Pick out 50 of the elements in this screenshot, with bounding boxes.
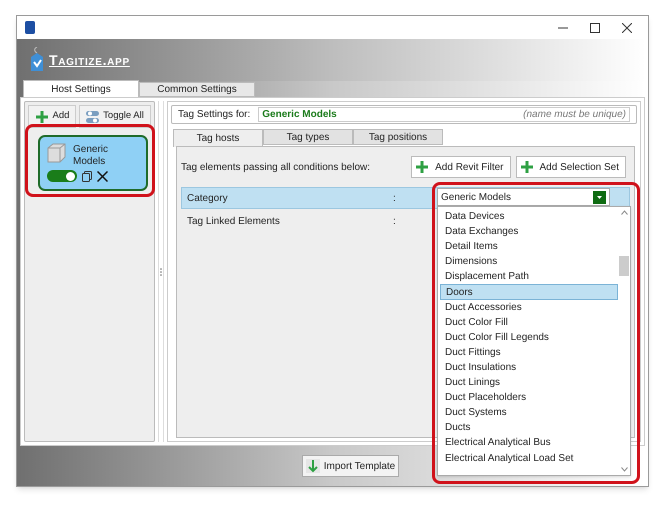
download-arrow-icon [306, 459, 320, 473]
import-template-button[interactable]: Import Template [302, 455, 400, 477]
dropdown-option[interactable]: Ducts [440, 420, 618, 436]
dropdown-option[interactable]: Displacement Path [440, 269, 618, 284]
category-dropdown[interactable]: Generic Models [437, 188, 610, 206]
app-title: Tagitize.app [49, 50, 130, 70]
app-icon [25, 21, 35, 34]
plus-icon [34, 110, 49, 124]
dropdown-option[interactable]: Data Exchanges [440, 224, 618, 240]
tab[interactable]: Host Settings [23, 80, 139, 97]
cube-icon [45, 142, 67, 164]
dropdown-option[interactable]: Electrical Analytical Bus [440, 435, 618, 450]
tab[interactable]: Tag positions [353, 129, 443, 145]
dropdown-option[interactable]: Dimensions [440, 254, 618, 270]
dropdown-option[interactable]: Duct Linings [440, 375, 618, 390]
copy-icon[interactable] [82, 170, 92, 182]
tag-logo-icon [29, 47, 45, 73]
dropdown-option[interactable]: Duct Color Fill [440, 314, 618, 330]
dropdown-option[interactable]: Duct Fittings [440, 344, 618, 360]
toggle-icon [86, 110, 100, 122]
maximize-icon[interactable] [590, 22, 600, 32]
item-label: Generic Models [73, 143, 110, 168]
add-selection-set-button[interactable]: Add Selection Set [516, 156, 626, 178]
scrollbar-thumb[interactable] [619, 256, 629, 276]
tab[interactable]: Tag hosts [173, 129, 263, 147]
scroll-down-icon[interactable] [620, 467, 628, 472]
tab[interactable]: Common Settings [139, 82, 255, 97]
add-filter-button[interactable]: Add Revit Filter [411, 156, 510, 178]
dropdown-option[interactable]: Doors [440, 284, 618, 300]
field-hint: (name must be unique) [523, 108, 626, 122]
dropdown-option[interactable]: Data Devices [440, 209, 618, 224]
conditions-caption: Tag elements passing all conditions below: [181, 160, 370, 174]
tab[interactable]: Tag types [263, 129, 353, 145]
dropdown-option[interactable]: Detail Items [440, 239, 618, 254]
toggle-switch[interactable] [47, 170, 77, 182]
name-field[interactable]: Generic Models (name must be unique) [258, 107, 630, 122]
delete-icon[interactable] [97, 170, 108, 182]
dropdown-option[interactable]: Electrical Analytical Load Set [440, 450, 618, 466]
host-card[interactable]: Generic Models [38, 135, 148, 191]
close-icon[interactable] [622, 22, 632, 32]
plus-icon [415, 160, 430, 174]
dropdown-option[interactable]: Duct Placeholders [440, 390, 618, 406]
dropdown-option[interactable]: Duct Accessories [440, 300, 618, 315]
dropdown-option[interactable]: Duct Insulations [440, 360, 618, 376]
dropdown-option[interactable]: Duct Systems [440, 405, 618, 420]
scroll-up-icon[interactable] [620, 210, 628, 215]
dropdown-caret-icon[interactable] [593, 190, 606, 204]
plus-icon [520, 160, 534, 174]
dropdown-option[interactable]: Duct Color Fill Legends [440, 330, 618, 345]
field-label: Tag Settings for: [178, 108, 250, 122]
